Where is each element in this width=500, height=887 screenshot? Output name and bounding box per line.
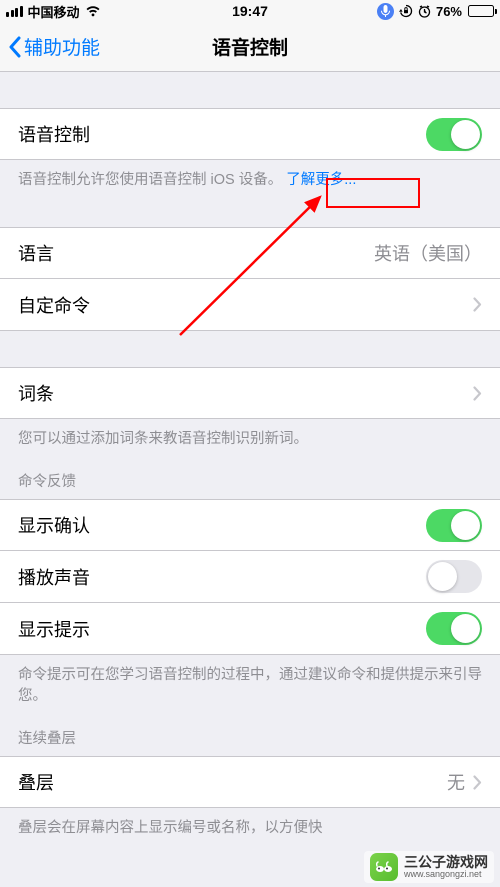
language-value: 英语（美国） — [374, 240, 482, 266]
custom-commands-label: 自定命令 — [18, 292, 465, 318]
play-sound-toggle[interactable] — [426, 560, 482, 593]
status-time: 19:47 — [0, 3, 500, 19]
watermark-logo-icon — [370, 853, 398, 881]
feedback-header: 命令反馈 — [0, 450, 500, 499]
vocabulary-label: 词条 — [18, 380, 465, 406]
play-sound-row: 播放声音 — [0, 551, 500, 603]
status-bar: 中国移动 19:47 76% — [0, 0, 500, 22]
show-confirmation-toggle[interactable] — [426, 509, 482, 542]
voice-control-label: 语音控制 — [18, 121, 426, 147]
show-hints-toggle[interactable] — [426, 612, 482, 645]
voice-control-toggle[interactable] — [426, 118, 482, 151]
nav-bar: 辅助功能 语音控制 — [0, 22, 500, 72]
voice-control-footer: 语音控制允许您使用语音控制 iOS 设备。 了解更多... — [0, 160, 500, 191]
chevron-right-icon — [473, 775, 482, 790]
chevron-right-icon — [473, 297, 482, 312]
vocabulary-footer: 您可以通过添加词条来教语音控制识别新词。 — [0, 419, 500, 450]
page-title: 语音控制 — [0, 33, 500, 60]
overlay-footer: 叠层会在屏幕内容上显示编号或名称，以方便快 — [0, 808, 500, 839]
learn-more-link[interactable]: 了解更多... — [286, 172, 356, 188]
watermark-url: www.sangongzi.net — [404, 869, 488, 880]
show-hints-row: 显示提示 — [0, 603, 500, 655]
voice-control-row: 语音控制 — [0, 108, 500, 160]
chevron-right-icon — [473, 386, 482, 401]
custom-commands-row[interactable]: 自定命令 — [0, 279, 500, 331]
overlay-header: 连续叠层 — [0, 707, 500, 756]
watermark: 三公子游戏网 www.sangongzi.net — [364, 851, 494, 883]
feedback-footer: 命令提示可在您学习语音控制的过程中，通过建议命令和提供提示来引导您。 — [0, 655, 500, 707]
language-row[interactable]: 语言 英语（美国） — [0, 227, 500, 279]
vocabulary-row[interactable]: 词条 — [0, 367, 500, 419]
overlay-row[interactable]: 叠层 无 — [0, 756, 500, 808]
watermark-name: 三公子游戏网 — [404, 855, 488, 869]
show-confirmation-row: 显示确认 — [0, 499, 500, 551]
language-label: 语言 — [18, 240, 374, 266]
battery-icon — [468, 5, 494, 17]
overlay-value: 无 — [447, 769, 465, 795]
